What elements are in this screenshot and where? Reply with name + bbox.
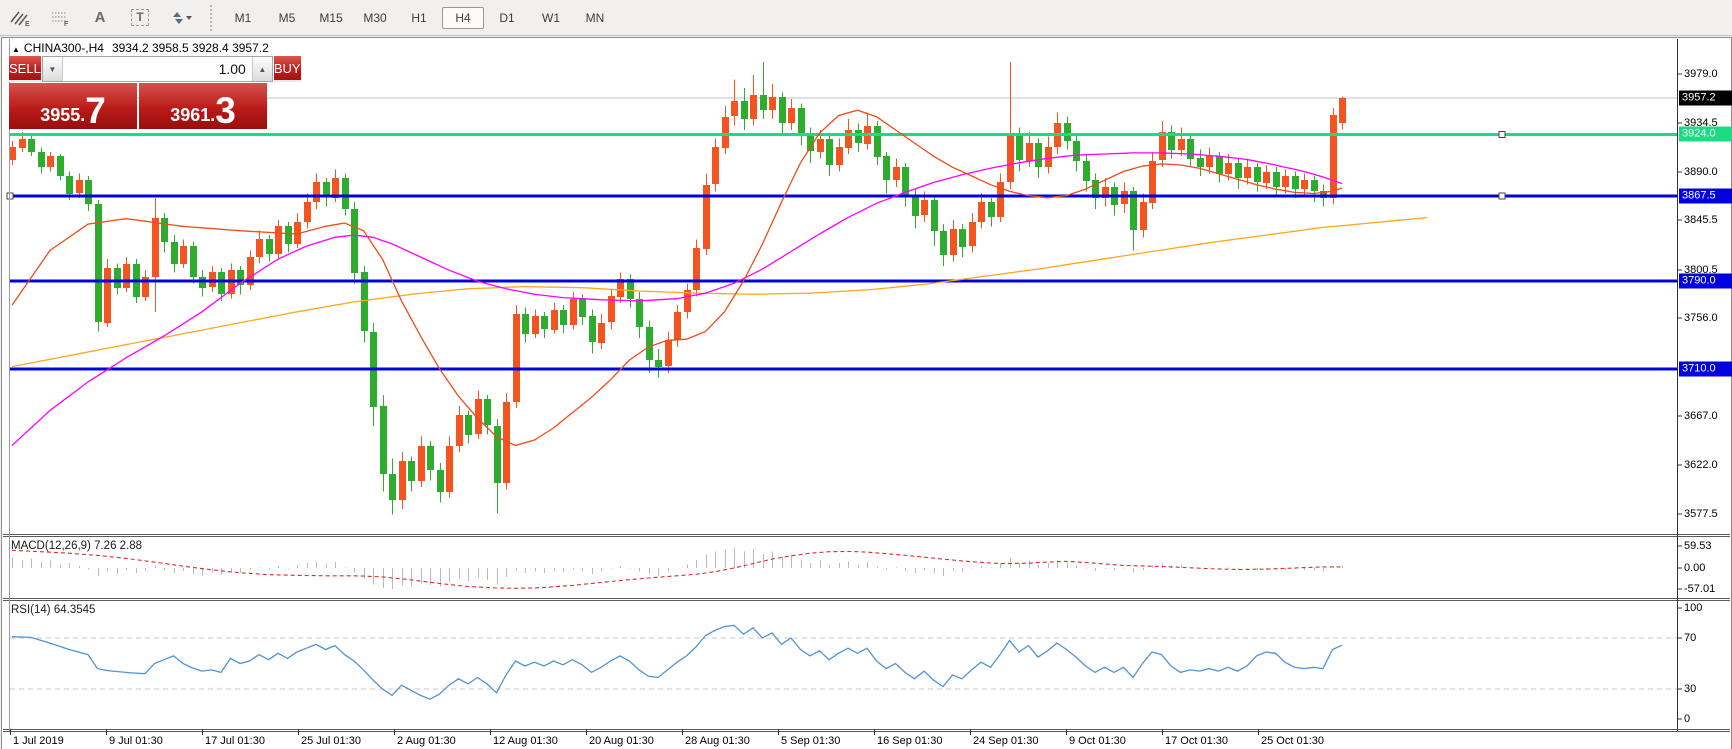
tf-button-h4[interactable]: H4: [442, 7, 484, 29]
tf-button-m1[interactable]: M1: [222, 7, 264, 29]
price-badge-3957.2: 3957.2: [1679, 90, 1732, 105]
price-badge-3924.0: 3924.0: [1679, 127, 1732, 142]
toolbar: E F A T M1M5M15M30H1H4D1W1MN: [0, 0, 1732, 36]
price-tick-label: 3979.0: [1684, 68, 1718, 80]
sell-price-main: 3955.: [40, 106, 85, 124]
chart-plot-area[interactable]: [2, 38, 1731, 749]
date-tick-label: 28 Aug 01:30: [685, 735, 750, 747]
svg-text:F: F: [64, 21, 69, 27]
indicators-layer: [10, 548, 1677, 700]
buy-price-main: 3961.: [170, 106, 215, 124]
arrange-arrows-icon[interactable]: [160, 4, 200, 32]
one-click-trade-panel: SELL ▼ ▲ BUY 3955.7 3961.3: [9, 56, 267, 129]
chart-window[interactable]: ▲ CHINA300-,H4 3934.2 3958.5 3928.4 3957.2…: [1, 37, 1732, 749]
macd-tick-label: -57.01: [1684, 583, 1715, 595]
tf-button-w1[interactable]: W1: [530, 7, 572, 29]
date-tick-label: 16 Sep 01:30: [877, 735, 942, 747]
date-tick-label: 12 Aug 01:30: [493, 735, 558, 747]
tf-button-m5[interactable]: M5: [266, 7, 308, 29]
date-tick-label: 9 Oct 01:30: [1069, 735, 1126, 747]
volume-stepper: ▼ ▲: [42, 56, 273, 82]
timeframe-buttons: M1M5M15M30H1H4D1W1MN: [221, 7, 617, 29]
price-tick-label: 3577.5: [1684, 508, 1718, 520]
svg-text:E: E: [25, 21, 30, 27]
buy-price-button[interactable]: 3961.3: [139, 83, 267, 129]
macd-tick-label: 0.00: [1684, 562, 1705, 574]
sell-price-big-digit: 7: [85, 96, 106, 126]
rsi-indicator-label: RSI(14) 64.3545: [11, 604, 95, 616]
ohlc-values: 3934.2 3958.5 3928.4 3957.2: [112, 41, 269, 55]
date-tick-label: 2 Aug 01:30: [397, 735, 456, 747]
date-tick-label: 25 Jul 01:30: [301, 735, 361, 747]
date-tick-label: 5 Sep 01:30: [781, 735, 840, 747]
text-label-icon[interactable]: A: [80, 4, 120, 32]
line-studies-icon[interactable]: E: [0, 4, 40, 32]
buy-price-big-digit: 3: [215, 96, 236, 126]
date-tick-label: 9 Jul 01:30: [109, 735, 163, 747]
volume-increase-button[interactable]: ▲: [252, 57, 272, 81]
macd-tick-label: 59.53: [1684, 540, 1712, 552]
symbol-period-label: CHINA300-,H4: [24, 41, 104, 55]
price-tick-label: 3622.0: [1684, 459, 1718, 471]
price-tick-label: 3756.0: [1684, 312, 1718, 324]
volume-input[interactable]: [63, 57, 252, 81]
candles-layer: [9, 62, 1346, 515]
date-tick-label: 20 Aug 01:30: [589, 735, 654, 747]
price-badge-3867.5: 3867.5: [1679, 189, 1732, 204]
chart-title: ▲ CHINA300-,H4 3934.2 3958.5 3928.4 3957.2: [12, 41, 269, 55]
rsi-tick-label: 70: [1684, 632, 1696, 644]
rsi-tick-label: 0: [1684, 713, 1690, 725]
text-box-icon[interactable]: T: [120, 4, 160, 32]
price-badge-3710.0: 3710.0: [1679, 361, 1732, 376]
price-tick-label: 3845.5: [1684, 214, 1718, 226]
volume-decrease-button[interactable]: ▼: [43, 57, 63, 81]
sell-button[interactable]: SELL: [9, 56, 41, 82]
macd-indicator-label: MACD(12,26,9) 7.26 2.88: [11, 540, 142, 552]
price-badge-3790.0: 3790.0: [1679, 274, 1732, 289]
tf-button-mn[interactable]: MN: [574, 7, 616, 29]
tf-button-m15[interactable]: M15: [310, 7, 352, 29]
tf-button-m30[interactable]: M30: [354, 7, 396, 29]
date-tick-label: 17 Jul 01:30: [205, 735, 265, 747]
rsi-tick-label: 30: [1684, 683, 1696, 695]
date-tick-label: 17 Oct 01:30: [1165, 735, 1228, 747]
date-tick-label: 25 Oct 01:30: [1261, 735, 1324, 747]
trading-terminal: E F A T M1M5M15M30H1H4D1W1MN ▲ CHINA300-,…: [0, 0, 1732, 749]
collapse-caret-icon[interactable]: ▲: [12, 45, 20, 54]
tf-button-h1[interactable]: H1: [398, 7, 440, 29]
toolbar-separator: [210, 5, 213, 31]
date-tick-label: 1 Jul 2019: [13, 735, 64, 747]
price-tick-label: 3667.0: [1684, 410, 1718, 422]
buy-button[interactable]: BUY: [274, 56, 301, 82]
rsi-tick-label: 100: [1684, 602, 1702, 614]
price-tick-label: 3890.0: [1684, 166, 1718, 178]
tf-button-d1[interactable]: D1: [486, 7, 528, 29]
grid-icon[interactable]: F: [40, 4, 80, 32]
sell-price-button[interactable]: 3955.7: [9, 83, 137, 129]
date-tick-label: 24 Sep 01:30: [973, 735, 1038, 747]
